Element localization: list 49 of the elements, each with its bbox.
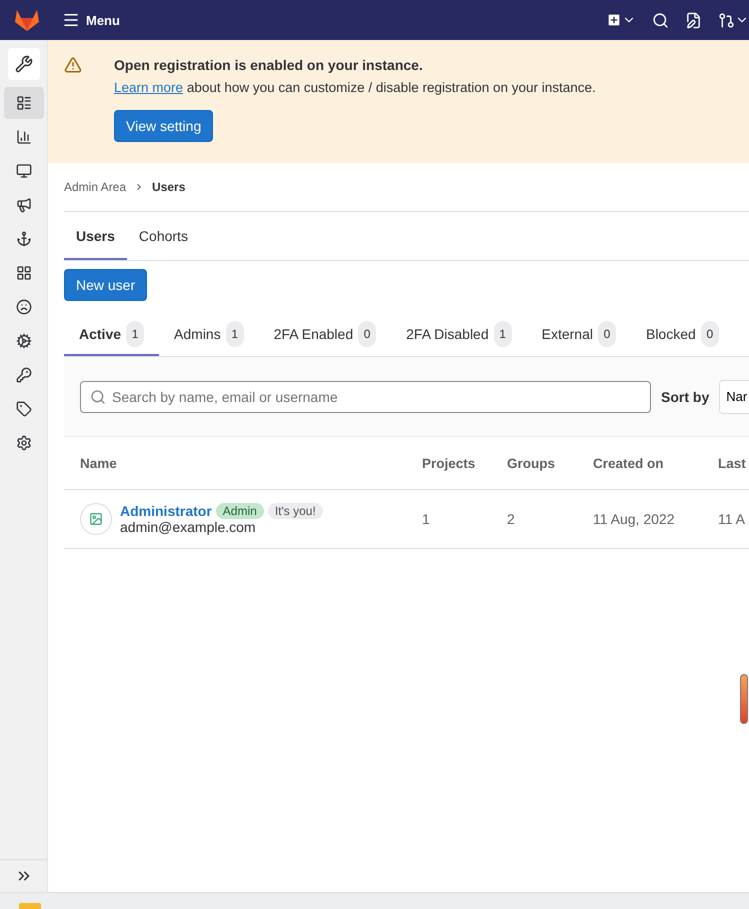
table-cell-text: 11 Aug, 2022 <box>593 511 676 527</box>
column-header: Groups <box>507 456 556 470</box>
wrench-icon[interactable] <box>8 48 40 80</box>
column-header: Created on <box>593 456 665 470</box>
filter-tab[interactable]: Active 1 <box>64 312 160 356</box>
sort-label: Sort by <box>661 388 710 404</box>
alert-title: Open registration is enabled on your instance. <box>114 57 423 73</box>
user-email: admin@example.com <box>120 519 256 535</box>
tab[interactable]: Cohorts <box>126 212 200 260</box>
column-header: Last <box>718 456 747 470</box>
breadcrumb-link[interactable]: Admin Area <box>64 180 126 194</box>
scrollbar[interactable] <box>740 674 748 724</box>
count-badge: 0 <box>700 321 719 347</box>
alert-text: Learn more about how you can customize / disable registration on your instance. <box>114 80 596 95</box>
count-badge: 0 <box>358 321 376 347</box>
menu-button[interactable]: Menu <box>62 11 120 29</box>
table-cell-text: 11 A <box>718 511 746 527</box>
user-name-link[interactable]: Administrator <box>120 503 212 519</box>
filter-tab[interactable]: 2FA Enabled 0 <box>258 312 392 356</box>
view-setting-button[interactable]: View setting <box>114 110 214 142</box>
menu-icon <box>62 11 80 29</box>
document-edit-icon[interactable] <box>685 12 702 28</box>
count-badge: 1 <box>226 321 244 347</box>
filter-tab[interactable]: 2FA Disabled 1 <box>391 312 527 356</box>
merge-request-icon[interactable] <box>718 12 749 28</box>
new-user-button[interactable]: New user <box>64 269 148 301</box>
warning-icon <box>64 56 82 74</box>
filter-tab[interactable]: Admins 1 <box>159 312 259 356</box>
sort-dropdown[interactable]: Nar <box>719 380 749 414</box>
table-cell-text: 1 <box>422 511 431 527</box>
count-badge: 1 <box>126 321 144 347</box>
filter-tab[interactable]: Blocked 0 <box>630 312 734 356</box>
count-badge: 1 <box>494 321 512 347</box>
list-icon[interactable] <box>4 87 44 119</box>
filter-tab[interactable]: External 0 <box>526 312 631 356</box>
breadcrumb-current: Users <box>152 180 186 194</box>
column-header: Name <box>80 456 118 470</box>
fox-logo-icon[interactable] <box>14 8 40 32</box>
count-badge: 0 <box>598 321 616 347</box>
learn-more-link[interactable]: Learn more <box>114 80 184 95</box>
column-header: Projects <box>422 456 476 470</box>
create-new-icon[interactable] <box>606 12 636 28</box>
search-icon[interactable] <box>652 12 669 28</box>
user-badge: Admin <box>216 503 264 519</box>
user-badge: It's you! <box>268 503 323 519</box>
tab[interactable]: Users <box>64 212 127 260</box>
search-field[interactable]: Search by name, email or username <box>80 380 651 412</box>
avatar-icon <box>80 503 112 535</box>
table-cell-text: 2 <box>507 511 516 527</box>
